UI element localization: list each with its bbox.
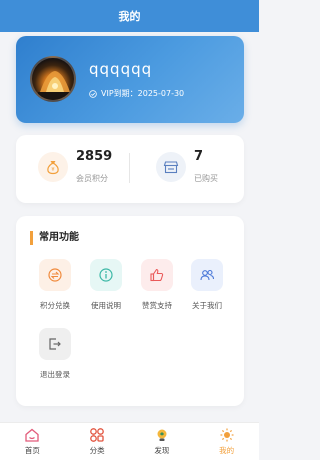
profile-card[interactable]: qqqqqq VIP到期：2025-07-30 [16,36,244,123]
points-exchange-label: 积分兑换 [40,301,70,310]
info-icon [90,259,122,291]
logout-label: 退出登录 [40,370,70,379]
vip-expiry-text: VIP到期：2025-07-30 [101,89,185,98]
vip-expiry: VIP到期：2025-07-30 [89,88,184,99]
tab-discover-label: 发现 [154,446,170,455]
stats-divider [129,153,130,183]
page-title: 我的 [118,10,141,23]
tab-profile-label: 我的 [219,446,235,455]
points-label: 会员积分 [76,174,108,183]
tab-home-label: 首页 [24,446,40,455]
tab-profile[interactable]: 我的 [194,423,259,460]
logout-button[interactable]: 退出登录 [30,328,80,380]
category-icon [88,426,106,444]
avatar[interactable] [30,56,76,102]
about-us-label: 关于我们 [192,301,222,310]
support-button[interactable]: 赞赏支持 [132,259,182,311]
discover-icon [153,426,171,444]
points-exchange-button[interactable]: 积分兑换 [30,259,80,311]
tab-category-label: 分类 [89,446,105,455]
points-value: 2859 [76,149,113,164]
profile-icon [218,426,236,444]
points-stat[interactable]: ¥ 2859 会员积分 [38,149,112,184]
functions-title: 常用功能 [30,231,79,245]
store-icon [156,152,186,182]
logout-icon [39,328,71,360]
purchased-stat[interactable]: 7 已购买 [156,149,218,184]
users-icon [191,259,223,291]
home-icon [23,426,41,444]
tab-home[interactable]: 首页 [0,423,65,460]
tab-category[interactable]: 分类 [65,423,130,460]
avatar-image-icon [38,71,72,100]
exchange-icon [39,259,71,291]
purchased-value: 7 [194,149,204,164]
purchased-label: 已购买 [194,174,218,183]
functions-card: 常用功能 积分兑换 使用说明 赞赏支持 关于我们 退出登录 [16,216,244,406]
about-us-button[interactable]: 关于我们 [182,259,232,311]
tab-bar: 首页 分类 发现 我的 [0,422,259,460]
svg-text:¥: ¥ [51,167,54,173]
support-label: 赞赏支持 [142,301,172,310]
top-bar: 我的 [0,0,259,32]
tab-discover[interactable]: 发现 [130,423,195,460]
thumbs-up-icon [141,259,173,291]
money-bag-icon: ¥ [38,152,68,182]
username: qqqqqq [89,60,153,78]
usage-guide-button[interactable]: 使用说明 [81,259,131,311]
stats-card: ¥ 2859 会员积分 7 已购买 [16,135,244,203]
usage-guide-label: 使用说明 [91,301,121,310]
check-circle-icon [89,89,97,98]
